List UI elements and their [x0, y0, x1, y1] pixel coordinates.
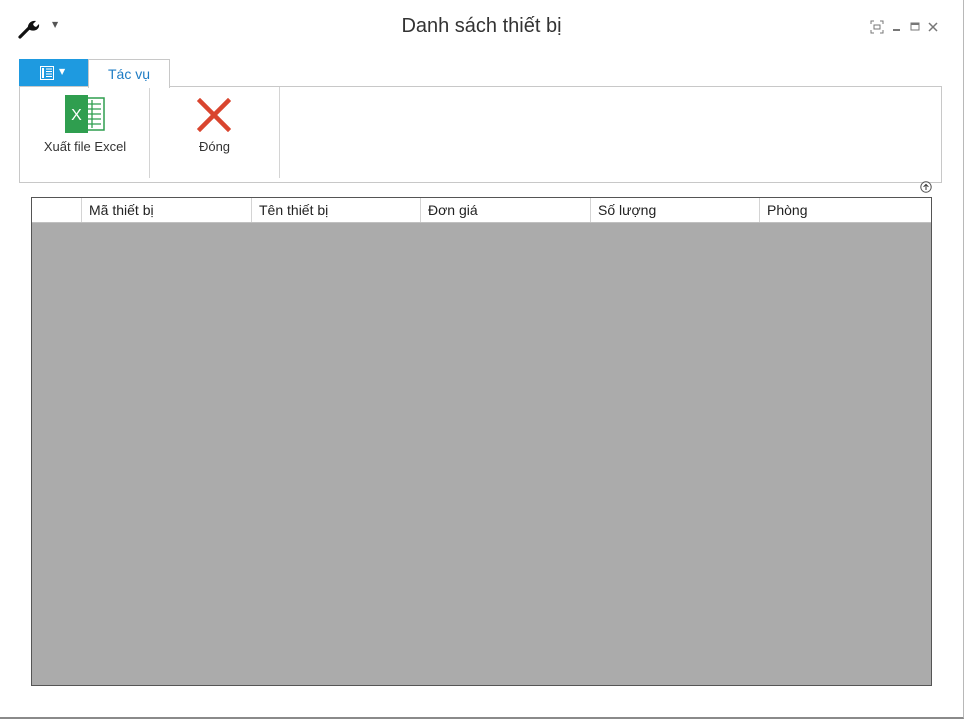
file-menu-tab[interactable]: ▼: [19, 59, 88, 87]
ribbon-panel: X Xuất file Excel Đóng: [19, 86, 942, 183]
chevron-down-icon: ▼: [59, 67, 66, 76]
export-excel-label: Xuất file Excel: [43, 139, 127, 154]
device-grid[interactable]: Mã thiết bị Tên thiết bị Đơn giá Số lượn…: [31, 197, 932, 686]
svg-text:X: X: [71, 107, 82, 124]
close-form-label: Đóng: [198, 139, 231, 154]
column-header-phong[interactable]: Phòng: [760, 198, 931, 222]
grid-header: Mã thiết bị Tên thiết bị Đơn giá Số lượn…: [32, 198, 931, 223]
collapse-ribbon-icon[interactable]: [920, 181, 932, 193]
ribbon-separator: [279, 87, 280, 178]
close-red-icon: [197, 98, 231, 132]
excel-icon: X: [65, 95, 105, 133]
ribbon-separator: [149, 87, 150, 178]
column-header-ma-thiet-bi[interactable]: Mã thiết bị: [82, 198, 252, 222]
main-window: ▼ Danh sách thiết bị ▼ Tác vụ X Xuất fil…: [0, 0, 964, 719]
fullscreen-icon[interactable]: [870, 20, 884, 34]
row-header-corner[interactable]: [32, 198, 82, 222]
maximize-icon[interactable]: [908, 20, 922, 34]
column-header-so-luong[interactable]: Số lượng: [591, 198, 760, 222]
title-bar: ▼ Danh sách thiết bị: [0, 0, 963, 57]
window-title: Danh sách thiết bị: [401, 15, 562, 37]
export-excel-button[interactable]: X Xuất file Excel: [32, 87, 138, 177]
tab-tac-vu[interactable]: Tác vụ: [88, 59, 170, 88]
close-icon[interactable]: [926, 20, 940, 34]
grid-body[interactable]: [32, 223, 931, 685]
close-form-button[interactable]: Đóng: [160, 87, 269, 177]
document-icon: [40, 66, 54, 80]
column-header-don-gia[interactable]: Đơn giá: [421, 198, 591, 222]
column-header-ten-thiet-bi[interactable]: Tên thiết bị: [252, 198, 421, 222]
minimize-icon[interactable]: [890, 20, 904, 34]
